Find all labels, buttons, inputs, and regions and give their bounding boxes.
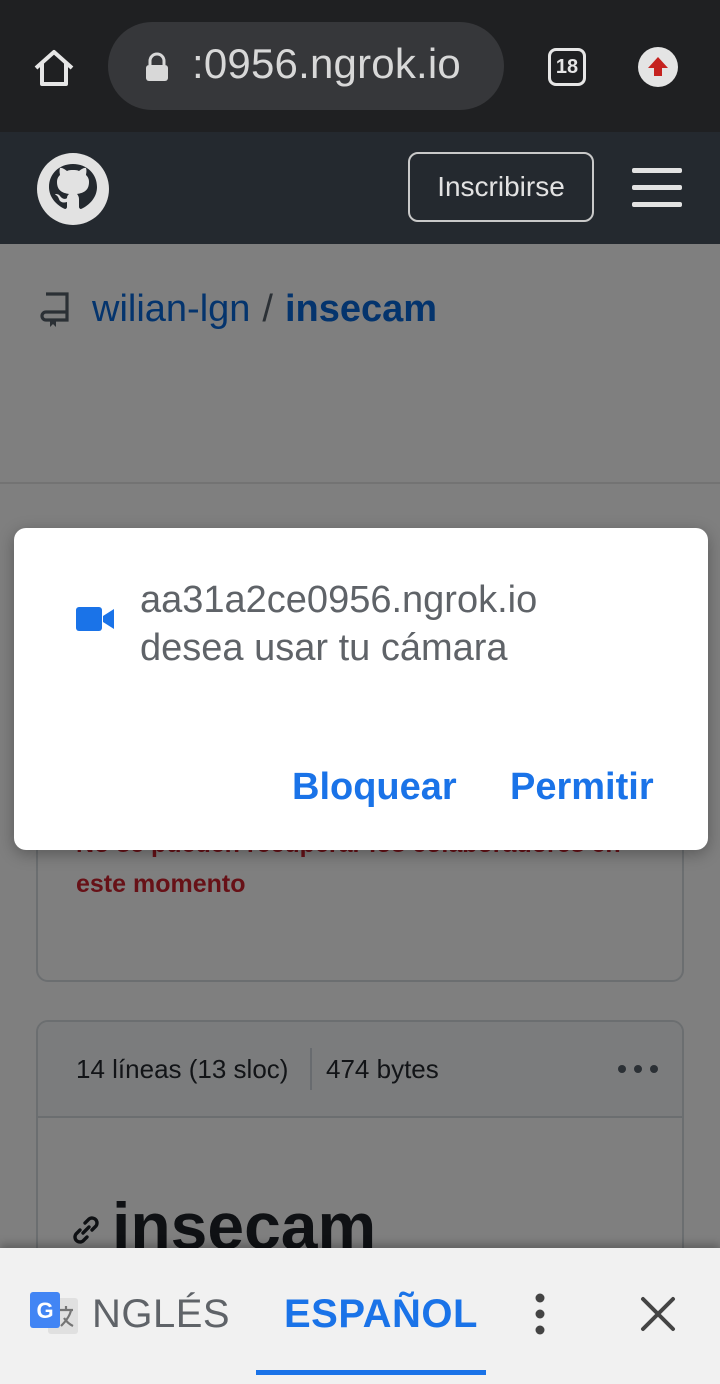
arrow-up-icon: [648, 57, 668, 76]
permission-request: desea usar tu cámara: [140, 627, 508, 669]
github-header: Inscribirse: [0, 132, 720, 244]
browser-toolbar: :0956.ngrok.io 18: [0, 0, 720, 132]
target-language-tab[interactable]: ESPAÑOL: [284, 1292, 478, 1337]
upload-icon[interactable]: [638, 47, 678, 87]
translate-bar: G NGLÉS ESPAÑOL: [0, 1248, 720, 1384]
signup-button[interactable]: Inscribirse: [408, 152, 594, 222]
lock-icon: [146, 52, 168, 81]
tab-switcher-button[interactable]: 18: [548, 48, 586, 86]
allow-button[interactable]: Permitir: [510, 766, 654, 809]
svg-text:G: G: [36, 1298, 53, 1323]
source-language-tab[interactable]: NGLÉS: [92, 1292, 230, 1337]
address-bar[interactable]: :0956.ngrok.io: [108, 22, 504, 110]
close-icon[interactable]: [638, 1294, 678, 1334]
url-text: :0956.ngrok.io: [192, 40, 461, 87]
home-icon[interactable]: [30, 44, 78, 92]
active-tab-indicator: [256, 1370, 486, 1375]
github-logo-icon[interactable]: [36, 152, 110, 226]
google-translate-icon: G: [30, 1292, 78, 1334]
permission-origin: aa31a2ce0956.ngrok.io: [140, 579, 538, 621]
video-camera-icon: [76, 607, 114, 631]
camera-permission-dialog: aa31a2ce0956.ngrok.io desea usar tu cáma…: [14, 528, 708, 850]
block-button[interactable]: Bloquear: [292, 766, 457, 809]
menu-icon[interactable]: [632, 168, 682, 208]
permission-message: aa31a2ce0956.ngrok.io desea usar tu cáma…: [140, 576, 680, 672]
more-vert-icon[interactable]: [530, 1290, 550, 1338]
